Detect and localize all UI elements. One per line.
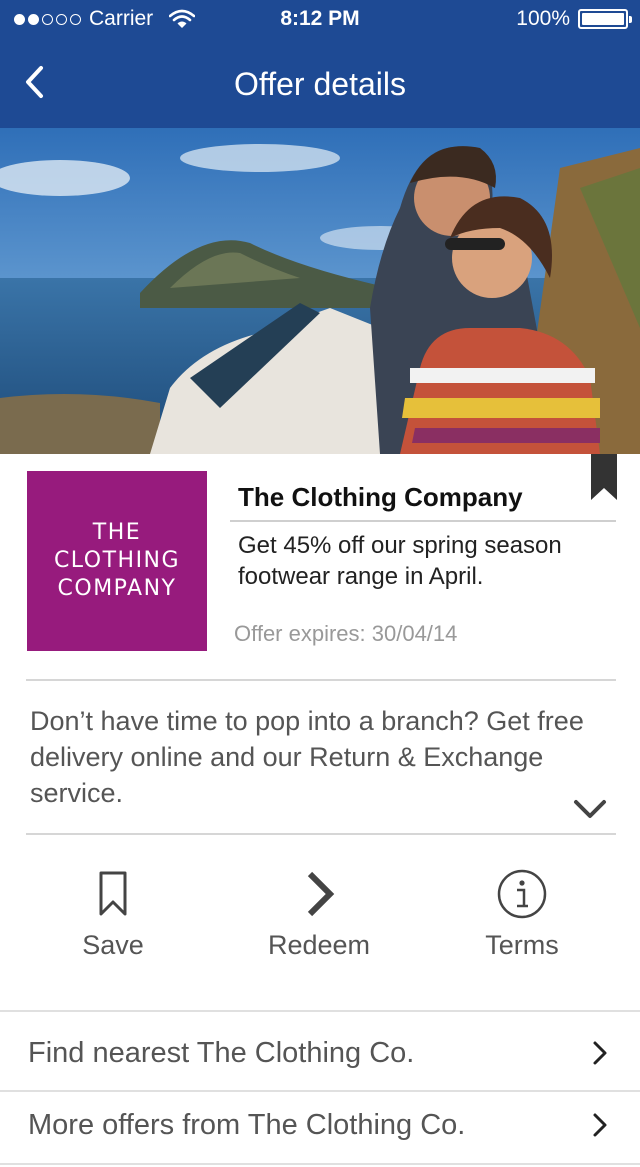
chevron-right-icon	[307, 871, 335, 917]
divider	[26, 833, 616, 835]
offer-expiry: Offer expires: 30/04/14	[234, 621, 458, 646]
hero-image	[0, 128, 640, 454]
status-right: 100%	[516, 7, 632, 31]
battery-icon	[578, 9, 632, 29]
battery-percent: 100%	[516, 7, 570, 30]
chevron-down-icon[interactable]	[572, 796, 608, 824]
offer-description: Don’t have time to pop into a branch? Ge…	[30, 706, 584, 808]
redeem-label: Redeem	[267, 930, 371, 960]
save-button[interactable]: Save	[23, 866, 203, 976]
company-name: The Clothing Company	[238, 482, 523, 512]
terms-button[interactable]: Terms	[432, 866, 612, 976]
hero-photo	[0, 128, 640, 454]
divider	[26, 679, 616, 681]
more-offers-label: More offers from The Clothing Co.	[28, 1109, 466, 1141]
page-title: Offer details	[234, 66, 406, 102]
redeem-button[interactable]: Redeem	[229, 866, 409, 976]
terms-label: Terms	[485, 930, 559, 960]
more-offers-row[interactable]: More offers from The Clothing Co.	[0, 1085, 640, 1163]
logo-line: THE	[92, 520, 142, 545]
logo-line: COMPANY	[57, 576, 177, 601]
company-logo: THE CLOTHING COMPANY	[27, 471, 207, 651]
divider	[0, 1163, 640, 1165]
nav-bar: Offer details	[0, 40, 640, 128]
find-nearest-label: Find nearest The Clothing Co.	[28, 1037, 415, 1069]
bookmark-icon	[99, 871, 127, 916]
chevron-right-icon	[593, 1041, 607, 1065]
divider	[0, 1010, 640, 1012]
info-icon	[497, 869, 547, 919]
saved-bookmark-icon[interactable]	[591, 454, 617, 500]
logo-line: CLOTHING	[53, 548, 181, 573]
status-bar: Carrier 8:12 PM 100%	[0, 0, 640, 40]
find-nearest-row[interactable]: Find nearest The Clothing Co.	[0, 1013, 640, 1091]
chevron-right-icon	[593, 1113, 607, 1137]
save-label: Save	[82, 930, 144, 960]
divider	[230, 520, 616, 522]
offer-text: Get 45% off our spring season footwear r…	[238, 532, 562, 590]
